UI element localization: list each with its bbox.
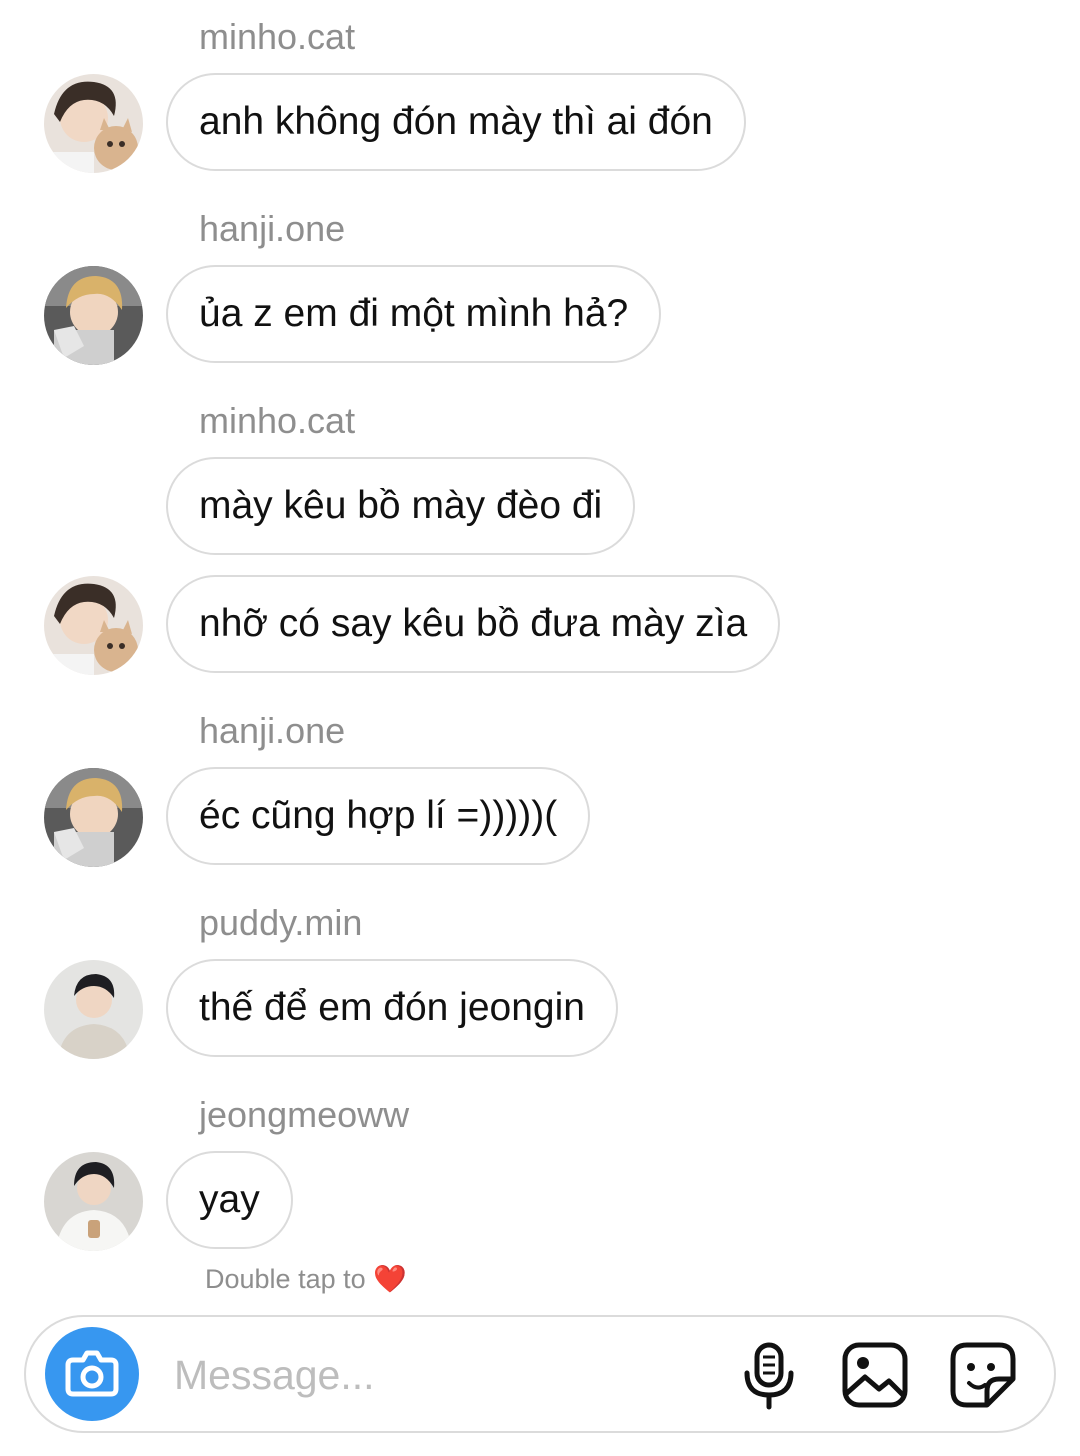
message-bubble[interactable]: mày kêu bồ mày đèo đi xyxy=(166,457,636,555)
camera-button[interactable] xyxy=(45,1327,139,1421)
message-input[interactable] xyxy=(174,1342,714,1408)
avatar[interactable] xyxy=(44,960,143,1059)
avatar[interactable] xyxy=(44,768,143,867)
avatar[interactable] xyxy=(44,1152,143,1251)
avatar-photo xyxy=(44,960,143,1059)
gallery-button[interactable] xyxy=(839,1339,911,1411)
message-bubble[interactable]: anh không đón mày thì ai đón xyxy=(166,73,746,171)
sender-name: hanji.one xyxy=(199,710,346,751)
double-tap-hint-text: Double tap to xyxy=(205,1264,366,1294)
avatar-photo xyxy=(44,1152,143,1251)
sticker-button[interactable] xyxy=(947,1339,1019,1411)
sender-name: minho.cat xyxy=(199,16,356,57)
heart-icon: ❤️ xyxy=(373,1264,407,1294)
message-bubble[interactable]: yay xyxy=(166,1151,293,1249)
avatar-photo xyxy=(44,74,143,173)
message-composer xyxy=(24,1315,1056,1433)
message-bubble[interactable]: thế để em đón jeongin xyxy=(166,959,618,1057)
sender-name: jeongmeoww xyxy=(199,1094,410,1135)
avatar-photo xyxy=(44,768,143,867)
microphone-icon xyxy=(744,1342,794,1410)
avatar-photo xyxy=(44,266,143,365)
sender-name: puddy.min xyxy=(199,902,363,943)
sender-name: minho.cat xyxy=(199,400,356,441)
image-icon xyxy=(842,1342,908,1408)
avatar[interactable] xyxy=(44,266,143,365)
double-tap-hint: Double tap to ❤️ xyxy=(205,1262,407,1296)
sticker-icon xyxy=(950,1342,1016,1408)
avatar[interactable] xyxy=(44,576,143,675)
message-bubble[interactable]: éc cũng hợp lí =)))))( xyxy=(166,767,591,865)
avatar-photo xyxy=(44,576,143,675)
message-bubble[interactable]: ủa z em đi một mình hả? xyxy=(166,265,662,363)
camera-icon xyxy=(65,1350,119,1397)
sender-name: hanji.one xyxy=(199,208,346,249)
message-thread: minho.cat anh không đón mày thì ai đón h… xyxy=(0,0,1080,1300)
message-bubble[interactable]: nhỡ có say kêu bồ đưa mày zìa xyxy=(166,575,781,673)
microphone-button[interactable] xyxy=(733,1339,805,1411)
avatar[interactable] xyxy=(44,74,143,173)
